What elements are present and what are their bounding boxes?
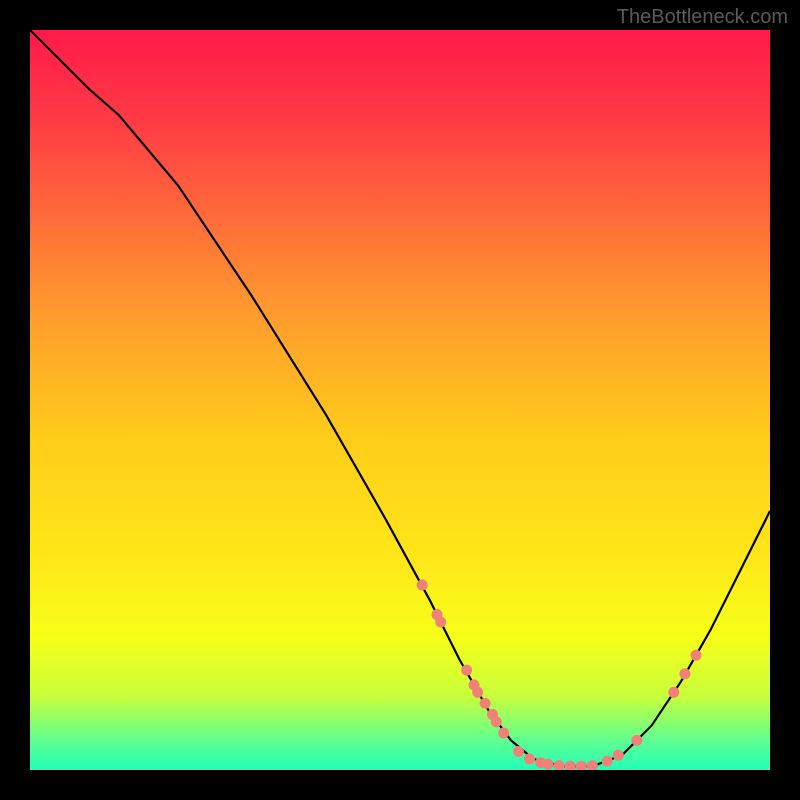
data-marker bbox=[602, 756, 613, 767]
data-marker bbox=[513, 746, 524, 757]
data-marker bbox=[576, 761, 587, 770]
data-marker bbox=[613, 750, 624, 761]
data-marker bbox=[491, 716, 502, 727]
data-marker bbox=[498, 728, 509, 739]
data-marker bbox=[554, 760, 565, 770]
data-marker bbox=[472, 687, 483, 698]
chart-plot-area bbox=[30, 30, 770, 770]
data-marker bbox=[480, 698, 491, 709]
data-marker bbox=[691, 650, 702, 661]
bottleneck-curve bbox=[30, 30, 770, 766]
data-marker bbox=[417, 580, 428, 591]
data-marker bbox=[435, 617, 446, 628]
markers-bottom-valley bbox=[513, 746, 624, 770]
data-marker bbox=[461, 665, 472, 676]
watermark-text: TheBottleneck.com bbox=[617, 6, 788, 29]
data-marker bbox=[679, 668, 690, 679]
data-marker bbox=[668, 687, 679, 698]
data-marker bbox=[565, 761, 576, 770]
data-marker bbox=[543, 759, 554, 770]
data-marker bbox=[631, 735, 642, 746]
data-marker bbox=[524, 753, 535, 764]
data-marker bbox=[587, 760, 598, 770]
chart-svg bbox=[30, 30, 770, 770]
